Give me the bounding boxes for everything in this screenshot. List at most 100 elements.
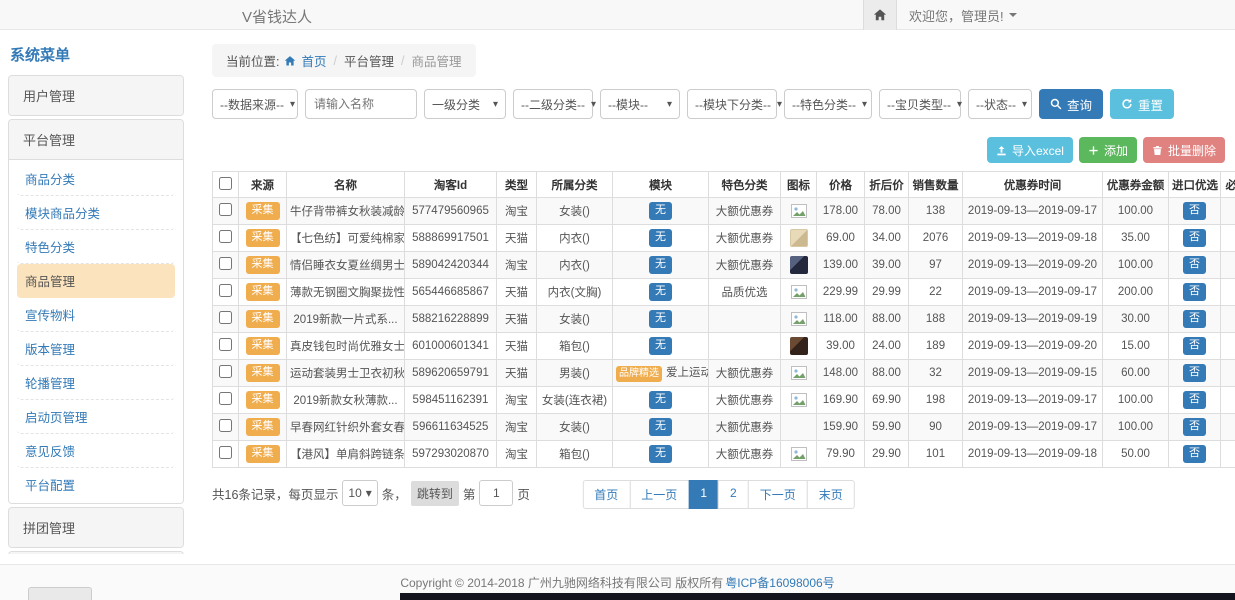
sidebar-group-header[interactable]: 省惠快报 bbox=[9, 552, 183, 554]
module-cell: 无 bbox=[613, 252, 709, 279]
name-cell: 2019新款一片式系... bbox=[287, 306, 405, 333]
page-nav-button[interactable]: 下一页 bbox=[748, 480, 808, 509]
module-none-badge[interactable]: 无 bbox=[649, 256, 672, 273]
import-select-toggle[interactable]: 否 bbox=[1183, 445, 1206, 462]
import-select-toggle[interactable]: 否 bbox=[1183, 229, 1206, 246]
sidebar-item[interactable]: 宣传物料 bbox=[17, 298, 175, 332]
level2-category-select[interactable]: --二级分类--▾ bbox=[513, 89, 593, 119]
import-select-toggle[interactable]: 否 bbox=[1183, 364, 1206, 381]
sidebar-group-header[interactable]: 平台管理 bbox=[9, 120, 183, 159]
module-none-badge[interactable]: 无 bbox=[649, 283, 672, 300]
import-select-toggle[interactable]: 否 bbox=[1183, 391, 1206, 408]
module-none-badge[interactable]: 无 bbox=[649, 229, 672, 246]
sidebar-item[interactable]: 版本管理 bbox=[17, 332, 175, 366]
chevron-down-icon bbox=[1009, 13, 1017, 17]
type-cell: 淘宝 bbox=[497, 414, 537, 441]
import-select-toggle[interactable]: 否 bbox=[1183, 310, 1206, 327]
coupon-amount-cell: 50.00 bbox=[1103, 441, 1169, 468]
name-cell: 早春网红针织外套女春... bbox=[287, 414, 405, 441]
row-checkbox[interactable] bbox=[219, 446, 232, 459]
coupon-amount-cell: 30.00 bbox=[1103, 306, 1169, 333]
module-sub-category-select[interactable]: --模块下分类--▾ bbox=[687, 89, 777, 119]
source-cell: 采集 bbox=[239, 252, 287, 279]
icon-cell bbox=[781, 360, 817, 387]
sidebar-item[interactable]: 商品分类 bbox=[17, 162, 175, 196]
import-select-toggle[interactable]: 否 bbox=[1183, 418, 1206, 435]
module-cell: 无 bbox=[613, 306, 709, 333]
select-all-header bbox=[213, 172, 239, 198]
item-type-select[interactable]: --宝贝类型--▾ bbox=[879, 89, 961, 119]
app-title: V省钱达人 bbox=[242, 6, 312, 27]
coupon-time-cell: 2019-09-13—2019-09-18 bbox=[963, 441, 1103, 468]
module-text: 爱上运动 bbox=[666, 367, 709, 379]
price-cell: 79.90 bbox=[817, 441, 865, 468]
import-select-toggle[interactable]: 否 bbox=[1183, 256, 1206, 273]
sidebar-group-header[interactable]: 拼团管理 bbox=[9, 508, 183, 547]
import-select-toggle[interactable]: 否 bbox=[1183, 337, 1206, 354]
category-cell: 箱包() bbox=[537, 441, 613, 468]
module-none-badge[interactable]: 无 bbox=[649, 337, 672, 354]
user-menu[interactable]: 欢迎您，管理员! bbox=[897, 0, 1029, 30]
sidebar-group-header[interactable]: 用户管理 bbox=[9, 76, 183, 115]
level1-category-select[interactable]: 一级分类▾ bbox=[424, 89, 506, 119]
module-none-badge[interactable]: 无 bbox=[649, 310, 672, 327]
status-select[interactable]: --状态--▾ bbox=[968, 89, 1032, 119]
icp-link[interactable]: 粤ICP备16098006号 bbox=[725, 574, 834, 591]
page-number-button[interactable]: 1 bbox=[688, 480, 719, 509]
jump-button[interactable]: 跳转到 bbox=[411, 481, 459, 506]
module-none-badge[interactable]: 无 bbox=[649, 202, 672, 219]
batch-delete-button[interactable]: 批量删除 bbox=[1143, 137, 1225, 163]
column-header: 所属分类 bbox=[537, 172, 613, 198]
sidebar-item[interactable]: 启动页管理 bbox=[17, 400, 175, 434]
home-button[interactable] bbox=[863, 0, 897, 30]
table-row: 采集2019新款女秋薄款...598451162391淘宝女装(连衣裙)无大额优… bbox=[213, 387, 1235, 414]
row-checkbox[interactable] bbox=[219, 311, 232, 324]
sidebar-item[interactable]: 商品管理 bbox=[17, 264, 175, 298]
row-checkbox[interactable] bbox=[219, 257, 232, 270]
module-select[interactable]: --模块--▾ bbox=[600, 89, 680, 119]
per-page-select[interactable]: 10 ▾ bbox=[342, 480, 377, 506]
row-checkbox[interactable] bbox=[219, 284, 232, 297]
sidebar-item[interactable]: 特色分类 bbox=[17, 230, 175, 264]
category-cell: 内衣() bbox=[537, 252, 613, 279]
add-button[interactable]: 添加 bbox=[1079, 137, 1137, 163]
module-none-badge[interactable]: 无 bbox=[649, 445, 672, 462]
row-checkbox[interactable] bbox=[219, 419, 232, 432]
name-search-input[interactable] bbox=[305, 89, 417, 119]
table-toolbar: 导入excel 添加 批量删除 bbox=[212, 137, 1225, 163]
import-select-toggle[interactable]: 否 bbox=[1183, 283, 1206, 300]
row-checkbox[interactable] bbox=[219, 338, 232, 351]
page-nav-button[interactable]: 末页 bbox=[807, 480, 855, 509]
sidebar-item[interactable]: 意见反馈 bbox=[17, 434, 175, 468]
column-header: 折后价 bbox=[865, 172, 909, 198]
sidebar-item[interactable]: 模块商品分类 bbox=[17, 196, 175, 230]
reset-button[interactable]: 重置 bbox=[1110, 89, 1174, 119]
row-checkbox[interactable] bbox=[219, 203, 232, 216]
data-source-select[interactable]: --数据来源--▾ bbox=[212, 89, 298, 119]
module-none-badge[interactable]: 无 bbox=[649, 391, 672, 408]
page-nav-button[interactable]: 上一页 bbox=[629, 480, 689, 509]
taoke-id-cell: 577479560965 bbox=[405, 198, 497, 225]
breadcrumb-separator: / bbox=[399, 54, 406, 68]
row-select-cell bbox=[213, 414, 239, 441]
breadcrumb-home-link[interactable]: 首页 bbox=[301, 51, 326, 70]
sidebar-item[interactable]: 轮播管理 bbox=[17, 366, 175, 400]
jump-page-input[interactable] bbox=[479, 480, 513, 506]
page-number-button[interactable]: 2 bbox=[718, 480, 749, 509]
feature-category-select[interactable]: --特色分类--▾ bbox=[784, 89, 872, 119]
row-checkbox[interactable] bbox=[219, 230, 232, 243]
import-select-cell: 否 bbox=[1169, 252, 1221, 279]
sidebar-item[interactable]: 平台配置 bbox=[17, 468, 175, 501]
row-checkbox[interactable] bbox=[219, 365, 232, 378]
table-header-row: 来源名称淘客Id类型所属分类模块特色分类图标价格折后价销售数量优惠券时间优惠券金… bbox=[213, 172, 1235, 198]
discount-price-cell: 29.99 bbox=[865, 279, 909, 306]
import-select-toggle[interactable]: 否 bbox=[1183, 202, 1206, 219]
row-checkbox[interactable] bbox=[219, 392, 232, 405]
import-excel-button[interactable]: 导入excel bbox=[987, 137, 1073, 163]
column-header: 优惠券时间 bbox=[963, 172, 1103, 198]
page-nav-button[interactable]: 首页 bbox=[582, 480, 630, 509]
search-button[interactable]: 查询 bbox=[1039, 89, 1103, 119]
coupon-amount-cell: 60.00 bbox=[1103, 360, 1169, 387]
select-all-checkbox[interactable] bbox=[219, 177, 232, 190]
module-none-badge[interactable]: 无 bbox=[649, 418, 672, 435]
